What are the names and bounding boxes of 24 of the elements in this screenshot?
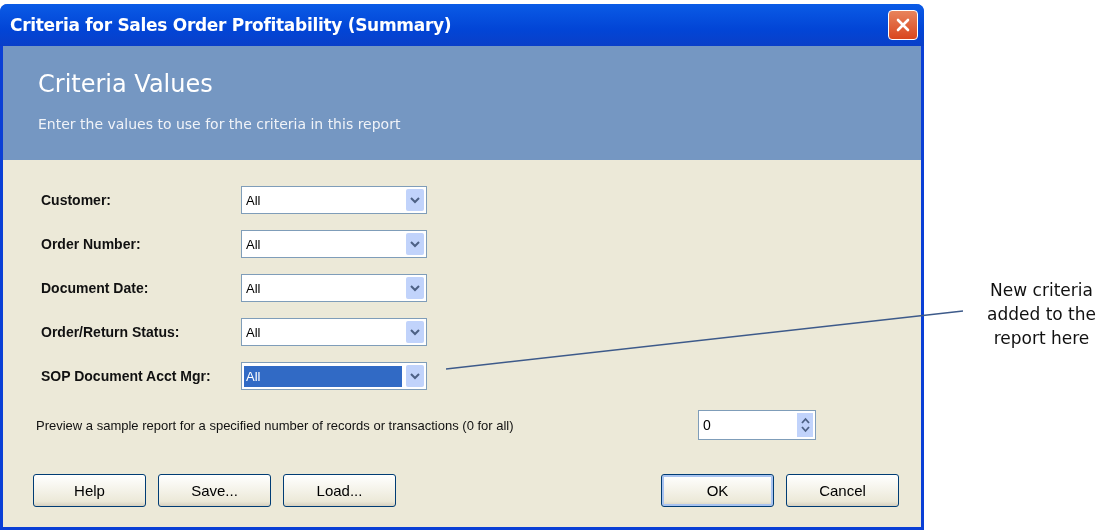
record-count-spinner[interactable]: 0 bbox=[698, 410, 816, 440]
window-title: Criteria for Sales Order Profitability (Summary) bbox=[10, 15, 452, 35]
criteria-dropdown[interactable]: All bbox=[241, 230, 427, 258]
dialog-button[interactable]: Help bbox=[33, 474, 146, 507]
criteria-dropdown[interactable]: All bbox=[241, 318, 427, 346]
criteria-dropdown[interactable]: All bbox=[241, 362, 427, 390]
header-subtitle: Enter the values to use for the criteria in this report bbox=[38, 116, 402, 132]
criteria-label: Order Number: bbox=[41, 236, 142, 252]
close-button[interactable] bbox=[888, 10, 918, 40]
criteria-label: Customer: bbox=[41, 192, 112, 208]
header-title: Criteria Values bbox=[38, 70, 214, 98]
spin-arrows-icon[interactable] bbox=[797, 413, 813, 437]
criteria-label: Document Date: bbox=[41, 280, 150, 296]
dialog-button[interactable]: Save... bbox=[158, 474, 271, 507]
dialog-button[interactable]: OK bbox=[661, 474, 774, 507]
close-icon bbox=[896, 18, 910, 32]
criteria-dropdown[interactable]: All bbox=[241, 274, 427, 302]
annotation-text: New criteria added to the report here bbox=[986, 279, 1097, 350]
criteria-label: SOP Document Acct Mgr: bbox=[41, 368, 212, 384]
criteria-dropdown[interactable]: All bbox=[241, 186, 427, 214]
criteria-label: Order/Return Status: bbox=[41, 324, 181, 340]
dialog-button[interactable]: Load... bbox=[283, 474, 396, 507]
dialog-button[interactable]: Cancel bbox=[786, 474, 899, 507]
preview-label: Preview a sample report for a specified number of records or transactions (0 for all) bbox=[36, 417, 515, 433]
